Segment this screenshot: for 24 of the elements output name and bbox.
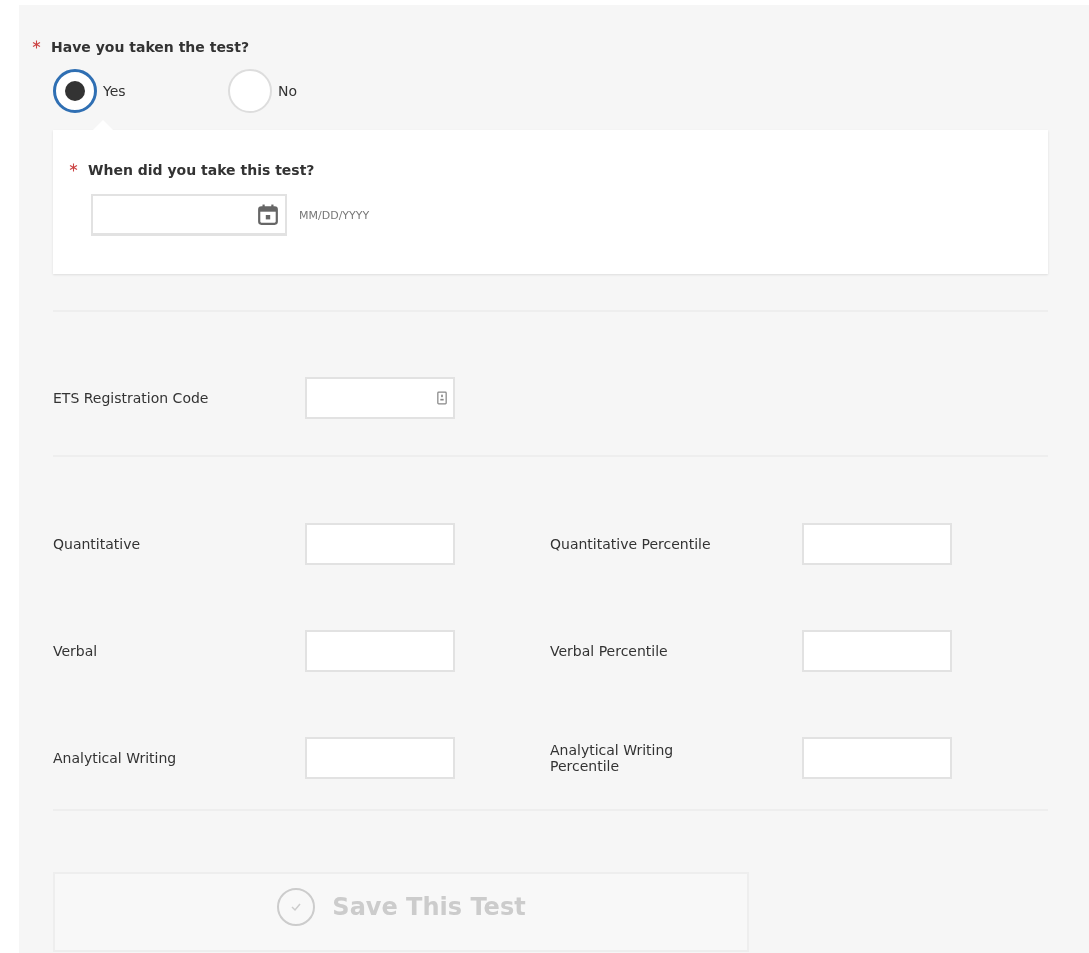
field-label: Analytical Writing Percentile — [550, 742, 675, 774]
field-label: Verbal — [53, 643, 99, 659]
date-format-hint: MM/DD/YYYY — [299, 208, 370, 222]
field-label: Verbal Percentile — [550, 643, 669, 659]
question-label: When did you take this test? — [88, 162, 315, 178]
field-label: Quantitative Percentile — [550, 536, 712, 552]
calendar-icon[interactable] — [257, 203, 279, 226]
score-field[interactable] — [305, 630, 455, 672]
field-label: Quantitative — [53, 536, 142, 552]
score-field[interactable] — [305, 523, 455, 565]
percentile-field[interactable] — [802, 523, 952, 565]
date-field[interactable] — [91, 194, 287, 236]
percentile-field[interactable] — [802, 737, 952, 779]
radio-label[interactable]: Yes — [103, 83, 126, 99]
radio-label[interactable]: No — [278, 83, 298, 99]
score-field[interactable] — [305, 737, 455, 779]
percentile-field[interactable] — [802, 630, 952, 672]
check-circle-icon — [276, 886, 317, 927]
field-label: ETS Registration Code — [53, 390, 210, 406]
registration-code-field[interactable] — [305, 377, 455, 419]
field-label: Analytical Writing — [53, 750, 178, 766]
radio-button[interactable] — [53, 69, 97, 113]
question-label: Have you taken the test? — [51, 39, 250, 55]
keypad-icon — [437, 391, 447, 405]
